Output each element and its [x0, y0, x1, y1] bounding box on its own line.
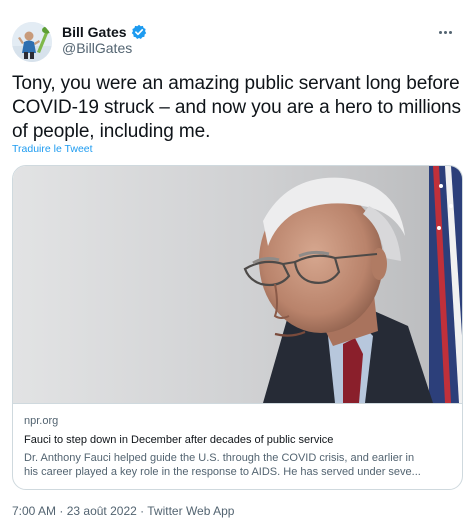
- author-display-name[interactable]: Bill Gates: [62, 24, 127, 40]
- card-domain: npr.org: [24, 415, 59, 427]
- more-options-icon[interactable]: [435, 24, 455, 40]
- translate-tweet-link[interactable]: Traduire le Tweet: [12, 143, 93, 155]
- card-description-line: Dr. Anthony Fauci helped guide the U.S. …: [24, 452, 415, 464]
- meta-separator: ·: [59, 504, 67, 518]
- card-title: Fauci to step down in December after dec…: [24, 434, 334, 446]
- card-meta: npr.org Fauci to step down in December a…: [13, 403, 462, 489]
- author-handle[interactable]: @BillGates: [62, 40, 132, 56]
- tweet-source[interactable]: Twitter Web App: [147, 504, 234, 518]
- more-dot: [438, 30, 442, 34]
- link-card[interactable]: npr.org Fauci to step down in December a…: [12, 165, 463, 490]
- avatar[interactable]: [12, 22, 52, 62]
- more-dot: [443, 30, 447, 34]
- card-description-line: his career played a key role in the resp…: [24, 466, 421, 478]
- card-description: Dr. Anthony Fauci helped guide the U.S. …: [24, 451, 453, 479]
- tweet: Bill Gates @BillGates Tony, you were an …: [0, 0, 467, 529]
- tweet-time[interactable]: 7:00 AM: [12, 504, 56, 518]
- author-name-row: Bill Gates: [62, 24, 147, 40]
- tweet-text: Tony, you were an amazing public servant…: [12, 73, 461, 142]
- verified-badge-icon: [131, 24, 147, 40]
- card-image: [13, 166, 462, 403]
- tweet-date[interactable]: 23 août 2022: [67, 504, 137, 518]
- tweet-metadata: 7:00 AM · 23 août 2022 · Twitter Web App: [12, 503, 234, 519]
- more-dot: [448, 30, 452, 34]
